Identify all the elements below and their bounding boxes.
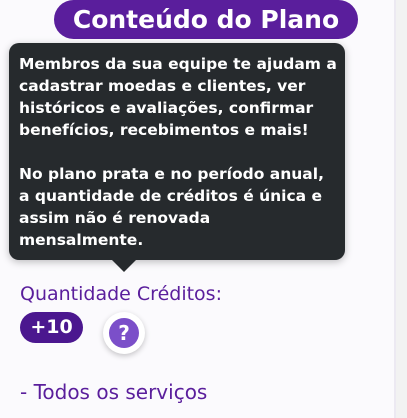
credits-badge: +10 xyxy=(20,312,83,343)
tooltip-paragraph-credits: No plano prata e no período anual, a qua… xyxy=(19,165,324,249)
help-button[interactable]: ? xyxy=(103,312,145,354)
plan-content-title: Conteúdo do Plano xyxy=(54,0,358,39)
services-list-item: - Todos os serviços xyxy=(20,380,208,404)
help-tooltip: Membros da sua equipe te ajudam a cadast… xyxy=(9,43,345,260)
tooltip-arrow xyxy=(112,260,136,272)
tooltip-spacer xyxy=(19,141,337,163)
question-icon: ? xyxy=(109,318,139,348)
credits-label: Quantidade Créditos: xyxy=(20,283,222,305)
tooltip-paragraph-members: Membros da sua equipe te ajudam a cadast… xyxy=(19,55,337,139)
scrollbar-track[interactable] xyxy=(396,0,407,418)
